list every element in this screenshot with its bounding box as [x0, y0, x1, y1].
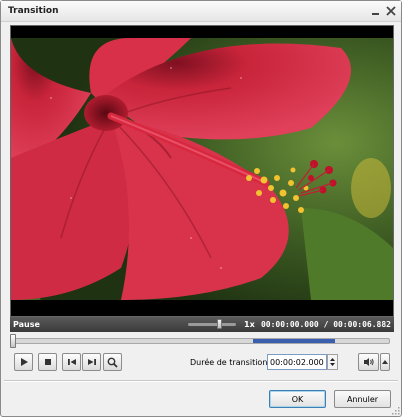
duration-input[interactable] — [267, 354, 327, 370]
speed-slider-thumb[interactable] — [217, 319, 222, 329]
close-icon[interactable] — [385, 5, 397, 17]
window-title: Transition — [8, 6, 59, 16]
chevron-up-icon — [382, 360, 388, 364]
volume-menu-button[interactable] — [380, 353, 390, 371]
previous-frame-icon — [67, 359, 76, 365]
stop-icon — [44, 359, 51, 365]
duration-label: Durée de transition: — [190, 358, 271, 367]
play-button[interactable] — [14, 353, 33, 371]
volume-button[interactable] — [358, 353, 379, 371]
next-frame-button[interactable] — [82, 353, 101, 371]
previous-frame-button[interactable] — [62, 353, 81, 371]
ok-button[interactable]: OK — [269, 390, 326, 408]
time-display: 00:00:00.000 / 00:00:06.882 — [260, 320, 391, 329]
minimize-icon[interactable] — [370, 5, 382, 17]
title-bar[interactable]: Transition — [1, 1, 401, 22]
transition-dialog: Transition Pause 1x 00:00:00.000 / 00:00… — [0, 0, 402, 417]
volume-icon — [363, 358, 374, 366]
resize-grip-icon[interactable] — [391, 406, 400, 415]
zoom-button[interactable] — [103, 353, 122, 371]
zoom-icon — [107, 357, 118, 368]
speed-label: 1x — [244, 320, 255, 329]
cancel-button[interactable]: Annuler — [334, 390, 391, 408]
duration-spinner[interactable] — [327, 354, 338, 370]
speed-slider-track[interactable] — [188, 323, 236, 326]
separator — [4, 380, 398, 382]
seek-thumb[interactable] — [10, 334, 16, 348]
next-frame-icon — [87, 359, 96, 365]
transition-range — [253, 339, 335, 343]
playback-status: Pause — [13, 320, 40, 329]
play-icon — [20, 358, 28, 366]
video-frame-image — [11, 38, 393, 300]
video-preview — [10, 25, 394, 317]
stop-button[interactable] — [38, 353, 57, 371]
player-status-bar: Pause 1x 00:00:00.000 / 00:00:06.882 — [10, 317, 394, 332]
spinner-arrows-icon — [330, 358, 335, 366]
